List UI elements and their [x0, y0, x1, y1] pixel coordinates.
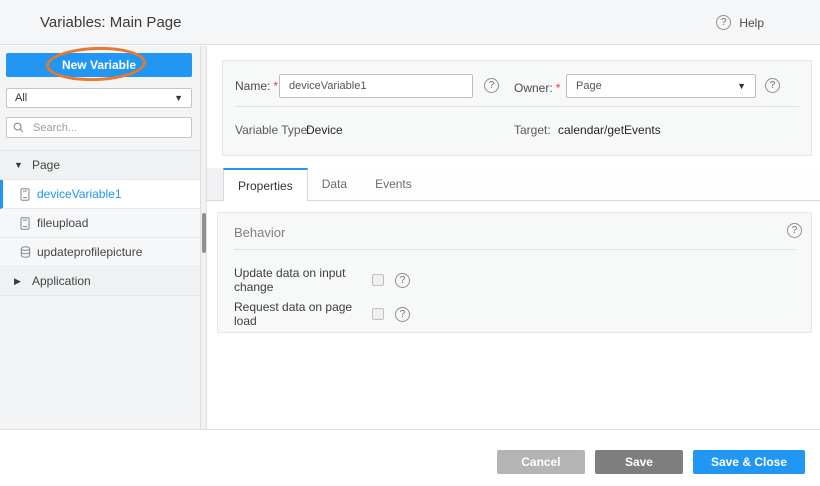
required-asterisk: *: [273, 79, 278, 93]
variable-info-box: Name: * ? Owner:* Page ▼ ? Variable Type…: [222, 60, 812, 156]
variable-type-value: Device: [306, 123, 343, 137]
variable-search: [6, 117, 192, 138]
save-button[interactable]: Save: [595, 450, 683, 474]
behavior-section: Behavior ? Update data on input change ?…: [217, 212, 812, 333]
update-data-checkbox[interactable]: [372, 274, 384, 286]
variable-detail-panel: Name: * ? Owner:* Page ▼ ? Variable Type…: [207, 46, 820, 429]
detail-tabs: Properties Data Events: [207, 168, 820, 201]
help-icon: ?: [716, 15, 731, 30]
save-and-close-button[interactable]: Save & Close: [693, 450, 805, 474]
property-row-update-data: Update data on input change ?: [234, 272, 795, 288]
property-label: Update data on input change: [234, 266, 372, 294]
device-variable-icon: [20, 188, 37, 201]
info-divider: [235, 106, 799, 107]
tree-item-label: updateprofilepicture: [37, 245, 142, 259]
tree-item-updateprofilepicture[interactable]: updateprofilepicture: [0, 238, 200, 267]
tree-group-application[interactable]: ▶ Application: [0, 267, 200, 296]
tab-events[interactable]: Events: [361, 168, 426, 200]
owner-value: Page: [576, 80, 602, 92]
cancel-button[interactable]: Cancel: [497, 450, 585, 474]
tab-label: Events: [375, 177, 412, 191]
update-data-help-icon[interactable]: ?: [395, 273, 410, 288]
variable-type-label: Variable Type:: [235, 123, 311, 137]
device-variable-icon: [20, 217, 37, 230]
variable-name-input[interactable]: [279, 74, 473, 98]
tree-group-page[interactable]: ▼ Page: [0, 151, 200, 180]
owner-help-icon[interactable]: ?: [765, 78, 780, 93]
tree-item-label: fileupload: [37, 216, 88, 230]
request-data-help-icon[interactable]: ?: [395, 307, 410, 322]
service-variable-icon: [20, 246, 37, 259]
owner-label-wrap: Owner:*: [514, 79, 560, 97]
page-title: Variables: Main Page: [40, 14, 181, 31]
tree-group-label: Page: [32, 158, 60, 172]
sidebar-scrollbar-thumb[interactable]: [202, 213, 206, 253]
variables-sidebar: New Variable All ▼ ▼ Page deviceVariable…: [0, 46, 200, 429]
search-icon: [13, 122, 28, 133]
behavior-divider: [234, 249, 795, 250]
variable-filter-dropdown[interactable]: All ▼: [6, 88, 192, 108]
target-value: calendar/getEvents: [558, 123, 661, 137]
variable-filter-value: All: [15, 92, 27, 104]
tab-label: Properties: [238, 179, 293, 193]
target-label: Target:: [514, 123, 551, 137]
chevron-down-icon: ▼: [174, 93, 183, 103]
expand-arrow-icon: ▼: [14, 160, 32, 170]
behavior-section-title: Behavior: [234, 225, 285, 240]
behavior-help-icon[interactable]: ?: [787, 223, 802, 238]
sidebar-scrollbar-track[interactable]: [200, 46, 207, 429]
tree-item-label: deviceVariable1: [37, 187, 122, 201]
owner-label: Owner:: [514, 81, 553, 95]
name-owner-row: Name: * ? Owner:* Page ▼ ?: [235, 74, 799, 98]
required-asterisk: *: [556, 81, 561, 95]
property-row-request-data: Request data on page load ?: [234, 306, 795, 322]
owner-dropdown[interactable]: Page ▼: [566, 74, 756, 98]
tab-label: Data: [322, 177, 347, 191]
variables-tree: ▼ Page deviceVariable1 fileupload update…: [0, 150, 200, 296]
property-label: Request data on page load: [234, 300, 372, 328]
help-button[interactable]: ? Help: [716, 0, 764, 45]
name-help-icon[interactable]: ?: [484, 78, 499, 93]
type-target-row: Variable Type: Device Target: calendar/g…: [235, 123, 799, 141]
tree-group-label: Application: [32, 274, 91, 288]
new-variable-button[interactable]: New Variable: [6, 53, 192, 77]
tree-item-devicevariable1[interactable]: deviceVariable1: [0, 180, 200, 209]
name-label: Name:: [235, 79, 270, 93]
help-label: Help: [739, 16, 764, 30]
request-data-checkbox[interactable]: [372, 308, 384, 320]
tab-data[interactable]: Data: [308, 168, 361, 200]
dialog-header: Variables: Main Page ? Help: [0, 0, 820, 45]
search-input[interactable]: [33, 122, 185, 134]
chevron-down-icon: ▼: [737, 81, 746, 91]
tabstrip-lead: [207, 168, 223, 200]
dialog-footer: Cancel Save Save & Close: [0, 429, 820, 486]
collapse-arrow-icon: ▶: [14, 276, 32, 287]
tree-item-fileupload[interactable]: fileupload: [0, 209, 200, 238]
tab-properties[interactable]: Properties: [223, 168, 308, 201]
